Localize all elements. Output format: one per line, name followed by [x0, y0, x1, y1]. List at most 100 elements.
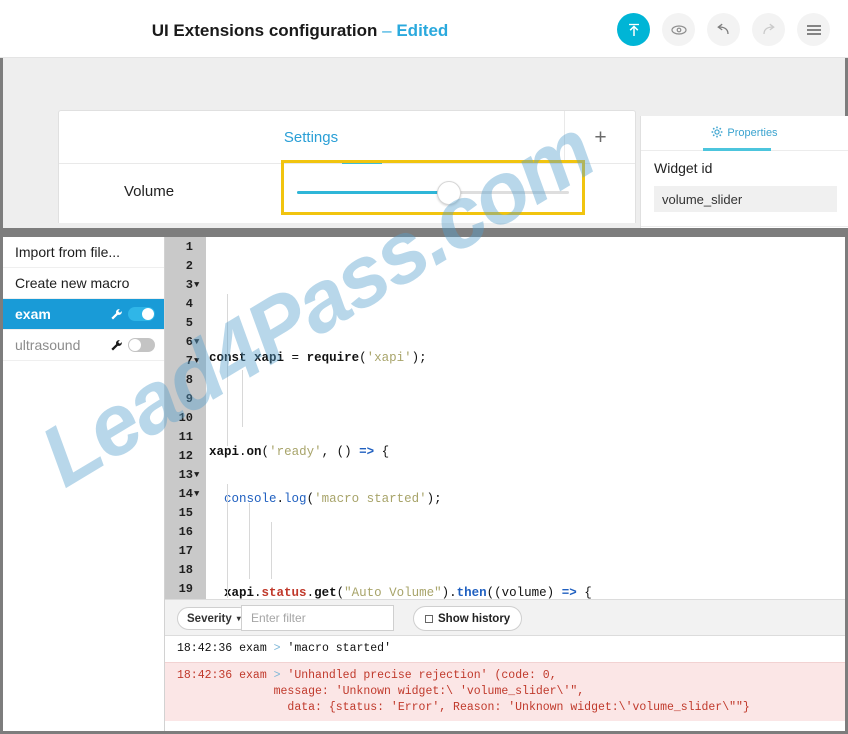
line-number: 16 — [178, 524, 193, 539]
undo-arrow-icon — [715, 23, 732, 37]
show-history-toggle[interactable]: Show history — [413, 606, 523, 631]
sidebar-item-label: ultrasound — [15, 337, 81, 353]
log-arrow: > — [273, 642, 281, 655]
code-line: xapi.status.get("Auto Volume").then((vol… — [224, 586, 592, 599]
log-arrow: > — [273, 669, 281, 682]
log-source: exam — [239, 669, 267, 682]
fold-arrow-icon[interactable]: ▼ — [194, 280, 203, 290]
fold-arrow-icon[interactable]: ▼ — [194, 337, 203, 347]
fold-arrow-icon[interactable]: ▼ — [194, 489, 203, 499]
fold-arrow-icon[interactable]: ▼ — [194, 356, 203, 366]
code-editor[interactable]: 1 2 3 ▼ 4 5 6 ▼ 7 ▼ 8 9 10 11 12 13 ▼ 14 ▼ 15… — [165, 237, 845, 599]
upload-icon — [626, 22, 642, 38]
undo-button[interactable] — [707, 13, 740, 46]
menu-button[interactable] — [797, 13, 830, 46]
macro-enable-toggle[interactable] — [128, 338, 155, 352]
sidebar-item-exam[interactable]: exam — [3, 299, 164, 330]
sidebar-item-ultrasound[interactable]: ultrasound — [3, 330, 164, 361]
add-panel-button[interactable]: + — [564, 111, 636, 164]
title-bar: UI Extensions configuration – Edited — [0, 0, 848, 58]
title-status: Edited — [396, 21, 449, 40]
line-number: 13 ▼ — [165, 465, 206, 484]
log-source: exam — [239, 642, 267, 655]
line-number: 11 — [178, 429, 193, 444]
hamburger-icon — [806, 24, 822, 36]
severity-filter-dropdown[interactable]: Severity ▾ — [177, 607, 251, 630]
title-main: UI Extensions configuration — [151, 21, 378, 40]
macro-editor-region: Import from file... Create new macro exa… — [0, 237, 848, 734]
line-number: 15 — [178, 505, 193, 520]
line-number: 6 ▼ — [165, 332, 206, 351]
line-number: 8 — [185, 372, 193, 387]
redo-button[interactable] — [752, 13, 785, 46]
line-number: 5 — [185, 315, 193, 330]
add-panel-label: + — [594, 125, 607, 149]
volume-slider[interactable] — [297, 181, 569, 205]
console-log-entry: 18:42:36 exam > 'macro started' — [165, 636, 845, 662]
line-number: 18 — [178, 562, 193, 577]
code-line: const xapi = require('xapi'); — [209, 351, 427, 365]
indent-guide — [242, 370, 243, 427]
log-message-line: message: 'Unknown widget:\ 'volume_slide… — [177, 685, 585, 698]
tab-settings-label: Settings — [283, 129, 339, 146]
log-message-line: data: {status: 'Error', Reason: 'Unknown… — [177, 701, 750, 714]
severity-label: Severity — [187, 612, 232, 625]
log-timestamp: 18:42:36 — [177, 669, 233, 682]
line-number: 1 — [185, 239, 193, 254]
line-number-gutter: 1 2 3 ▼ 4 5 6 ▼ 7 ▼ 8 9 10 11 12 13 ▼ 14 ▼ 15… — [165, 237, 206, 599]
line-number: 7 ▼ — [165, 351, 206, 370]
widget-id-label: Widget id — [654, 160, 713, 176]
properties-divider — [641, 226, 848, 227]
line-number: 19 — [178, 581, 193, 596]
filter-input[interactable] — [241, 605, 394, 631]
fold-arrow-icon[interactable]: ▼ — [194, 470, 203, 480]
macro-enable-toggle[interactable] — [128, 307, 155, 321]
sidebar-item-label: Create new macro — [15, 275, 130, 291]
console-output: 18:42:36 exam > 'macro started' 18:42:36… — [165, 636, 845, 731]
ui-extension-preview-area: Settings + Volume Properties Widget id v… — [0, 58, 848, 286]
app-window: UI Extensions configuration – Edited Set… — [0, 0, 848, 734]
slider-knob[interactable] — [437, 181, 461, 205]
line-number: 17 — [178, 543, 193, 558]
log-message: 'macro started' — [287, 642, 391, 655]
settings-panel-card: Settings + Volume — [58, 110, 636, 223]
widget-row-volume: Volume — [59, 160, 635, 223]
line-number: 9 — [185, 391, 193, 406]
redo-arrow-icon — [760, 23, 777, 37]
macro-sidebar: Import from file... Create new macro exa… — [3, 237, 165, 731]
line-number: 2 — [185, 258, 193, 273]
wrench-icon[interactable] — [109, 338, 123, 352]
preview-button[interactable] — [662, 13, 695, 46]
gear-icon — [711, 126, 723, 141]
sidebar-item-label: Import from file... — [15, 244, 121, 260]
title-dash: – — [377, 21, 397, 40]
line-number: 12 — [178, 448, 193, 463]
page-title: UI Extensions configuration – Edited — [0, 21, 600, 41]
eye-icon — [670, 23, 688, 37]
indent-guide — [271, 522, 272, 579]
widget-id-input[interactable] — [654, 186, 837, 212]
code-line: console.log('macro started'); — [224, 492, 442, 506]
tab-properties[interactable]: Properties — [641, 116, 848, 151]
tab-settings[interactable]: Settings — [59, 111, 563, 164]
line-number: 3 ▼ — [165, 275, 206, 294]
log-timestamp: 18:42:36 — [177, 642, 233, 655]
section-separator — [0, 228, 848, 237]
sidebar-item-create-new-macro[interactable]: Create new macro — [3, 268, 164, 299]
toggle-knob — [129, 339, 141, 351]
sidebar-item-import-from-file[interactable]: Import from file... — [3, 237, 164, 268]
console-toolbar: Severity ▾ Show history — [165, 599, 845, 636]
upload-button[interactable] — [617, 13, 650, 46]
wrench-icon[interactable] — [109, 307, 123, 321]
checkbox-icon[interactable] — [425, 614, 433, 623]
line-number: 4 — [185, 296, 193, 311]
slider-track-fill — [297, 191, 445, 194]
code-content[interactable]: const xapi = require('xapi'); xapi.on('r… — [209, 237, 845, 599]
indent-guide — [227, 294, 228, 446]
tab-properties-underline — [703, 148, 771, 151]
line-number: 10 — [178, 410, 193, 425]
tab-properties-label: Properties — [727, 127, 778, 139]
console-error-entry: 18:42:36 exam > 'Unhandled precise rejec… — [165, 662, 845, 721]
